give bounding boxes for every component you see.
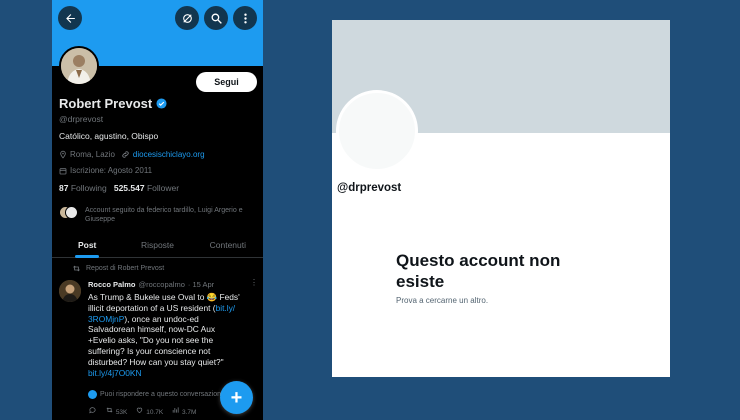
tweet-line: illicit deportation of a US resident (bi… <box>88 303 256 314</box>
tweet-line-text: As Trump & Bukele use Oval to 😂 Feds' <box>88 292 240 302</box>
more-options-button[interactable] <box>233 6 257 30</box>
missing-account-subtitle: Prova a cercarne un altro. <box>396 296 489 305</box>
tweet-line: As Trump & Bukele use Oval to 😂 Feds' <box>88 292 256 303</box>
tweet-line: bit.ly/4j7O0KN <box>88 368 256 379</box>
tweet-text: As Trump & Bukele use Oval to 😂 Feds' il… <box>88 292 256 378</box>
reply-button[interactable] <box>88 406 97 416</box>
empty-avatar <box>336 90 418 172</box>
tweet-date: · 15 Apr <box>187 280 215 289</box>
profile-screen: Segui Robert Prevost @drprevost Católico… <box>52 0 263 420</box>
profile-name-row: Robert Prevost <box>59 96 167 111</box>
tweet-link[interactable]: bit.ly/ <box>216 303 236 313</box>
followers-link[interactable]: 525.547 Follower <box>114 183 179 193</box>
followers-label: Follower <box>146 183 180 193</box>
profile-counts: 87 Following 525.547 Follower <box>59 183 179 193</box>
views-button[interactable]: 3.7M <box>171 406 196 416</box>
profile-handle: @drprevost <box>59 114 104 124</box>
like-button[interactable]: 10.7K <box>135 406 163 416</box>
tweet-line-text: Salvadorean himself, now-DC Aux <box>88 324 216 335</box>
repost-label: Repost di Robert Prevost <box>86 265 165 272</box>
follow-button[interactable]: Segui <box>196 72 257 92</box>
reply-icon <box>89 407 96 414</box>
tweet-more-icon[interactable]: ⋮ <box>250 278 258 287</box>
tweet-author-avatar[interactable] <box>59 280 81 302</box>
tweet-line-text: illicit deportation of a US resident ( <box>88 302 216 313</box>
tab-post[interactable]: Post <box>52 236 122 258</box>
avatar[interactable] <box>59 46 99 86</box>
avatar-photo <box>59 280 81 302</box>
views-icon <box>172 407 179 413</box>
plus-icon: + <box>230 386 243 409</box>
profile-joined: Iscrizione: Agosto 2011 <box>70 166 153 175</box>
back-button[interactable] <box>58 6 82 30</box>
search-button[interactable] <box>204 6 228 30</box>
arrow-left-icon <box>65 13 75 23</box>
missing-account-title: Questo account non esiste <box>396 251 561 291</box>
repost-loop-icon <box>182 13 192 23</box>
tab-media[interactable]: Contenuti <box>193 236 263 257</box>
tweet-line-text: disturbed? How can you stay quiet?" <box>88 356 224 367</box>
tweet-link[interactable]: bit.ly/4j7O0KN <box>88 368 142 378</box>
like-icon <box>137 407 143 414</box>
views-count: 3.7M <box>182 409 197 416</box>
following-link[interactable]: 87 Following <box>59 183 107 193</box>
avatar-photo <box>61 48 97 84</box>
following-count: 87 <box>59 183 69 193</box>
profile-bio: Católico, agustino, Obispo <box>59 131 159 141</box>
repost-button[interactable] <box>175 6 199 30</box>
repost-count: 53K <box>115 409 128 416</box>
more-vertical-icon <box>243 13 247 23</box>
repost-icon <box>106 407 113 413</box>
avatar <box>65 206 78 219</box>
followed-by-text: Account seguito da federico tardillo, Lu… <box>85 207 243 223</box>
search-icon <box>211 13 222 24</box>
profile-meta-row: Roma, Lazio diocesischiclayo.org <box>59 150 205 159</box>
profile-name: Robert Prevost <box>59 96 153 111</box>
calendar-icon <box>59 167 67 174</box>
reply-restriction-note: Puoi rispondere a questo conversazione <box>88 390 225 399</box>
tab-replies[interactable]: Risposte <box>122 236 192 257</box>
tweet-author-name[interactable]: Rocco Palmo <box>88 280 136 289</box>
location-pin-icon <box>60 150 66 159</box>
like-count: 10.7K <box>146 409 164 416</box>
tweet-line-text: ), once an undoc-ed <box>124 313 199 324</box>
missing-account-handle: @drprevost <box>337 182 402 194</box>
following-label: Following <box>70 183 107 193</box>
tweet-line: disturbed? How can you stay quiet?" <box>88 357 256 368</box>
tweet-author-handle: @roccopalmo <box>138 280 185 289</box>
tweet-line: 3ROMjnP), once an undoc-ed <box>88 314 256 325</box>
followers-count: 525.547 <box>113 183 145 193</box>
repost-icon <box>73 265 80 272</box>
compose-fab-button[interactable]: + <box>220 381 253 414</box>
repost-count-button[interactable]: 53K <box>105 406 127 416</box>
tweet-link[interactable]: 3ROMjnP <box>88 314 124 324</box>
followed-by-avatars <box>59 206 81 220</box>
followed-by-row[interactable]: Account seguito da federico tardillo, Lu… <box>59 206 259 224</box>
missing-account-screen: @drprevost Questo account non esiste Pro… <box>332 20 670 377</box>
reply-note-text: Puoi rispondere a questo conversazione <box>100 391 225 398</box>
tweet-header: Rocco Palmo @roccopalmo · 15 Apr <box>88 280 214 289</box>
mention-icon <box>88 390 97 399</box>
tweet-line: +Evelio asks, "Do you not see the <box>88 335 256 346</box>
profile-website-link[interactable]: diocesischiclayo.org <box>133 150 205 159</box>
verified-badge-icon <box>156 98 167 109</box>
repost-indicator: Repost di Robert Prevost <box>72 264 164 273</box>
profile-joined-row: Iscrizione: Agosto 2011 <box>59 166 152 175</box>
tweet-line: suffering? Is your conscience not <box>88 346 256 357</box>
link-icon <box>122 151 129 158</box>
profile-tabs: Post Risposte Contenuti <box>52 236 263 258</box>
tweet-actions: 53K 10.7K 3.7M <box>88 406 196 416</box>
tweet-line: Salvadorean himself, now-DC Aux <box>88 324 256 335</box>
tweet-line-text: +Evelio asks, "Do you not see the <box>88 335 214 346</box>
tweet-line-text: suffering? Is your conscience not <box>88 345 211 356</box>
profile-location: Roma, Lazio <box>70 150 115 159</box>
